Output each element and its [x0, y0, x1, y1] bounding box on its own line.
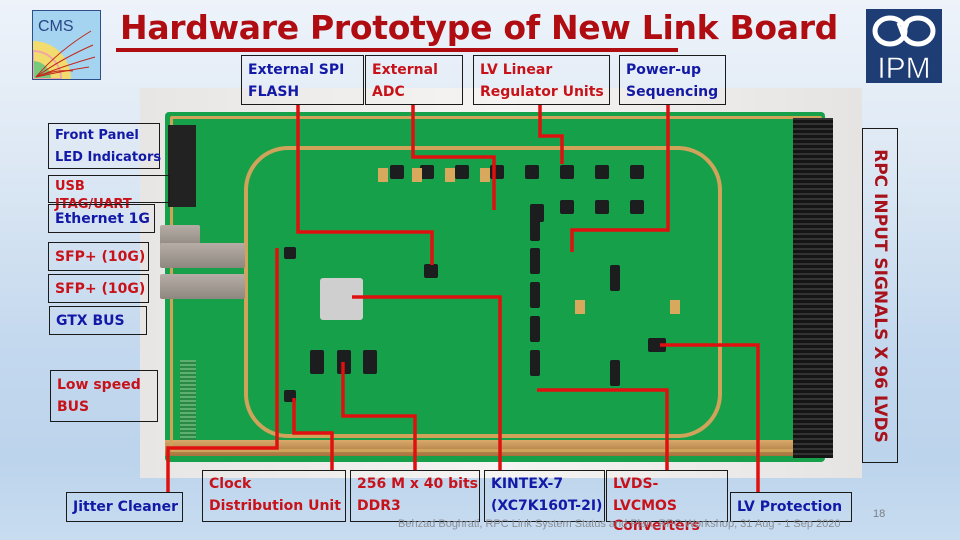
label-ethernet-1g: Ethernet 1G	[48, 204, 155, 233]
label-line: GTX BUS	[56, 313, 125, 329]
label-line: Clock	[209, 476, 252, 492]
label-front-panel-led: Front Panel LED Indicators	[48, 123, 162, 169]
label-line: LVCMOS	[613, 498, 678, 514]
page-number: 18	[873, 508, 886, 520]
leader-jitter-cleaner	[166, 248, 279, 493]
label-ddr3: 256 M x 40 bits DDR3	[350, 470, 480, 522]
label-line: External	[372, 62, 438, 78]
label-power-up-sequencing: Power-up Sequencing	[619, 55, 726, 105]
label-line: Power-up	[626, 62, 702, 78]
label-rpc-input-signals: RPC INPUT SIGNALS X 96 LVDS	[862, 128, 898, 463]
label-external-adc: External ADC	[365, 55, 463, 105]
leader-ddr3	[341, 362, 417, 470]
label-line: LVDS-	[613, 476, 659, 492]
label-external-spi-flash: External SPI FLASH	[241, 55, 364, 105]
label-line: RPC INPUT SIGNALS X 96 LVDS	[870, 148, 890, 443]
label-line: 256 M x 40 bits	[357, 476, 479, 492]
label-line: Jitter Cleaner	[73, 499, 179, 515]
label-low-speed-bus: Low speed BUS	[50, 370, 158, 422]
label-line: LED Indicators	[55, 150, 162, 165]
label-usb-jtag-uart: USB JTAG/UART	[48, 175, 170, 212]
label-lvds-lvcmos: LVDS- LVCMOS Converters	[606, 470, 728, 534]
label-line: KINTEX-7	[491, 476, 564, 492]
leader-adc	[411, 105, 496, 210]
leader-regulator	[538, 105, 564, 164]
label-kintex7: KINTEX-7 (XC7K160T-2I)	[484, 470, 605, 522]
label-line: SFP+ (10G)	[55, 249, 146, 265]
label-line: Low speed	[57, 377, 141, 393]
label-lv-linear-regulator: LV Linear Regulator Units	[473, 55, 610, 105]
leader-sequencing	[570, 105, 670, 252]
label-gtx-bus: GTX BUS	[49, 306, 147, 335]
label-line: LV Linear	[480, 62, 553, 78]
label-clock-distribution: Clock Distribution Unit	[202, 470, 346, 522]
label-line: BUS	[57, 399, 90, 415]
label-sfp-1: SFP+ (10G)	[48, 242, 149, 271]
leader-kintex7	[352, 295, 502, 470]
label-line: (XC7K160T-2I)	[491, 498, 603, 514]
label-line: DDR3	[357, 498, 401, 514]
label-line: Sequencing	[626, 84, 719, 100]
label-line: Front Panel	[55, 128, 139, 143]
label-jitter-cleaner: Jitter Cleaner	[66, 492, 183, 522]
label-line: USB	[55, 179, 85, 194]
label-line: Ethernet 1G	[55, 211, 150, 227]
label-sfp-2: SFP+ (10G)	[48, 274, 149, 303]
label-line: SFP+ (10G)	[55, 281, 146, 297]
label-line: Regulator Units	[480, 84, 604, 100]
label-line: ADC	[372, 84, 405, 100]
label-line: Distribution Unit	[209, 498, 341, 514]
slide-footer: Behzad Boghrati, RPC Link System Status …	[398, 518, 841, 530]
label-line: LV Protection	[737, 499, 843, 515]
label-line: FLASH	[248, 84, 300, 100]
leader-clock-distribution	[292, 398, 334, 470]
label-line: External SPI	[248, 62, 345, 78]
leader-lvds-lvcmos	[537, 388, 669, 470]
